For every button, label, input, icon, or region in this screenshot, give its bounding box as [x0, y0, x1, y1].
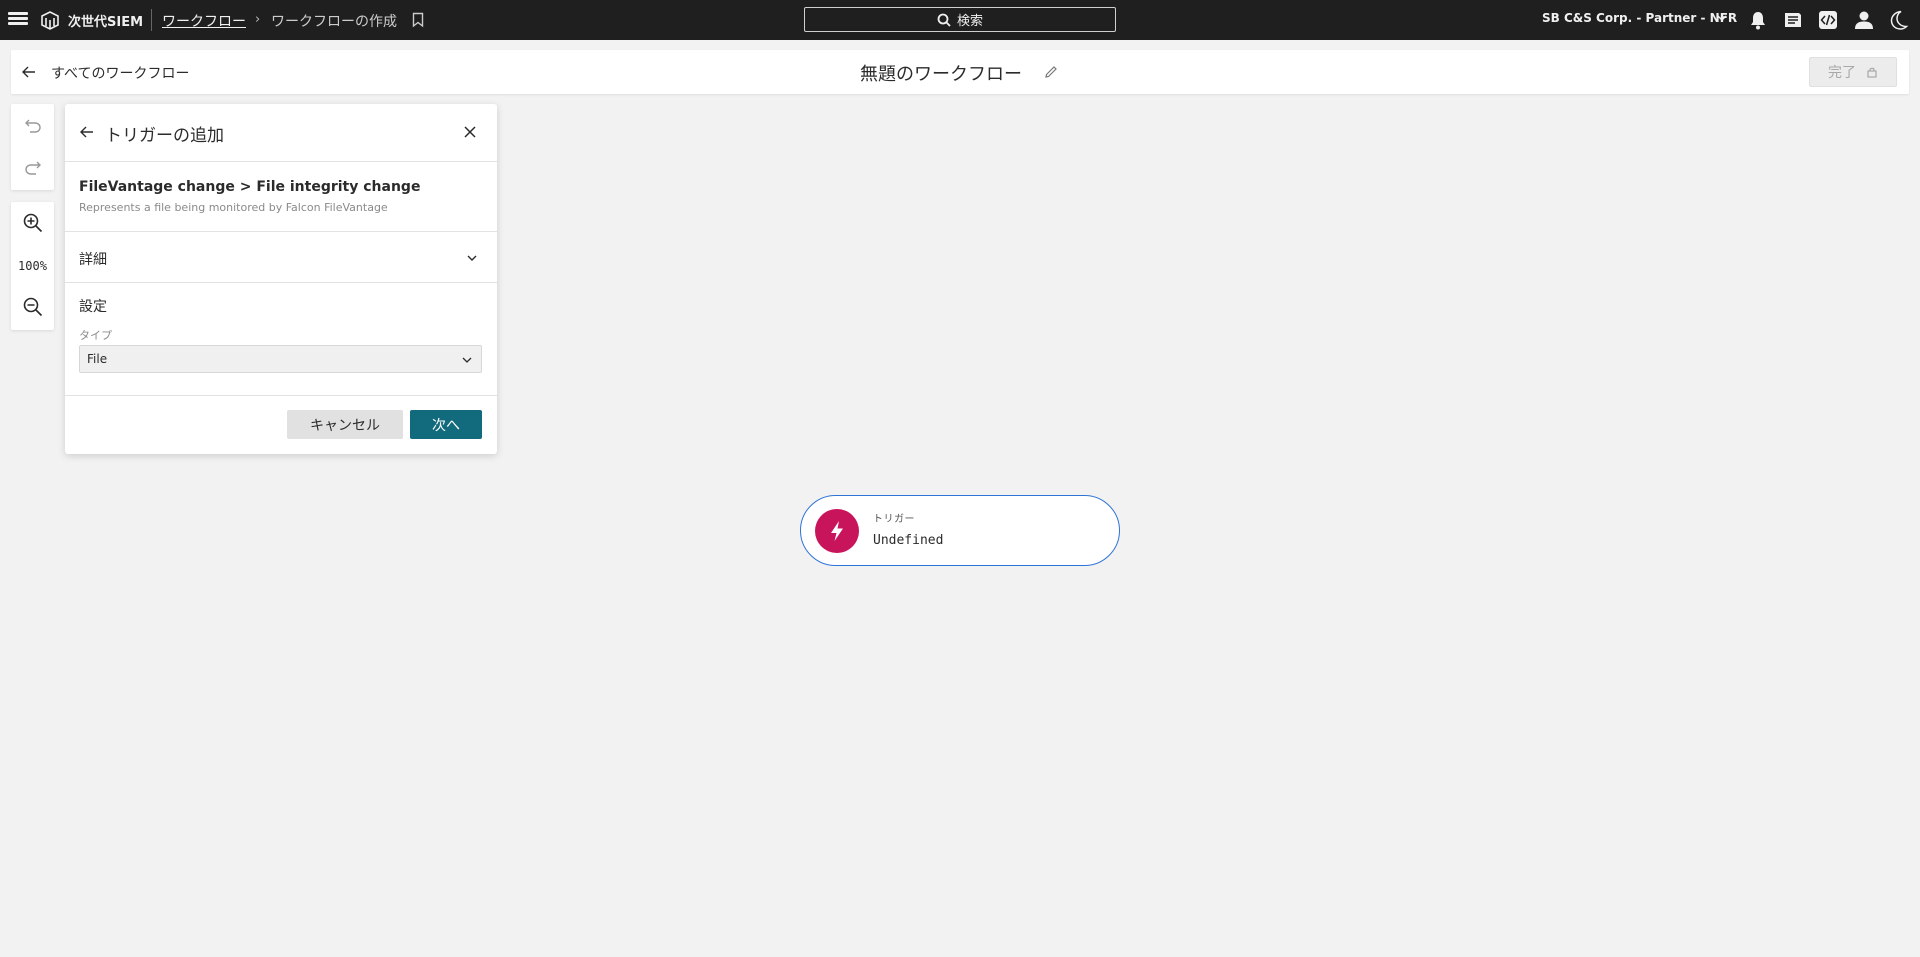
breadcrumb-chevron-icon: ›	[255, 12, 261, 27]
chevron-down-icon	[467, 255, 477, 261]
trigger-description: Represents a file being monitored by Fal…	[79, 201, 388, 214]
done-button[interactable]: 完了	[1809, 57, 1897, 87]
all-workflows-link[interactable]: すべてのワークフロー	[51, 63, 189, 83]
next-button[interactable]: 次へ	[410, 410, 482, 439]
search-label: 検索	[956, 14, 983, 29]
settings-heading: 設定	[79, 299, 107, 315]
header-divider	[151, 9, 152, 31]
details-accordion[interactable]: 詳細	[65, 232, 497, 282]
type-select[interactable]: File	[79, 345, 482, 373]
history-toolbar	[11, 104, 54, 190]
menu-icon[interactable]	[8, 10, 28, 30]
chevron-down-icon	[462, 357, 472, 363]
close-icon[interactable]	[461, 123, 479, 141]
news-icon[interactable]	[1782, 9, 1804, 31]
bell-icon[interactable]	[1747, 9, 1769, 31]
search-icon	[937, 13, 951, 27]
organization-selector[interactable]: SB C&S Corp. - Partner - NFR	[1542, 11, 1737, 25]
lock-icon	[1867, 67, 1877, 78]
panel-divider	[65, 282, 497, 283]
redo-icon[interactable]	[22, 157, 44, 179]
panel-divider	[65, 395, 497, 396]
cancel-button[interactable]: キャンセル	[287, 410, 403, 439]
bookmark-icon[interactable]	[412, 12, 424, 28]
moon-icon[interactable]	[1887, 9, 1909, 31]
zoom-in-icon[interactable]	[22, 212, 44, 234]
zoom-toolbar: 100%	[11, 202, 54, 330]
breadcrumb-workflows-link[interactable]: ワークフロー	[162, 11, 246, 31]
workflow-header: すべてのワークフロー 無題のワークフロー 完了	[11, 50, 1909, 94]
code-icon[interactable]	[1817, 9, 1839, 31]
back-arrow-icon[interactable]	[21, 64, 37, 80]
pencil-icon[interactable]	[1043, 64, 1059, 80]
trigger-node-badge	[815, 509, 859, 553]
details-label: 詳細	[79, 252, 107, 268]
logo-icon[interactable]	[40, 10, 60, 30]
workflow-title: 無題のワークフロー	[860, 64, 1022, 85]
chevron-down-icon[interactable]	[1716, 12, 1728, 24]
trigger-node-value: Undefined	[873, 533, 944, 548]
type-select-value: File	[87, 352, 108, 366]
top-navigation-bar: 次世代SIEM ワークフロー › ワークフローの作成 検索 SB C&S Cor…	[0, 0, 1920, 40]
zoom-level: 100%	[18, 259, 47, 273]
back-arrow-icon[interactable]	[79, 124, 95, 140]
zoom-out-icon[interactable]	[22, 296, 44, 318]
type-label: タイプ	[79, 329, 112, 342]
panel-divider	[65, 161, 497, 162]
panel-title: トリガーの追加	[105, 126, 224, 146]
trigger-node[interactable]: トリガー Undefined	[800, 495, 1120, 566]
add-trigger-panel: トリガーの追加 FileVantage change > File integr…	[65, 104, 497, 454]
trigger-node-label: トリガー	[873, 514, 915, 525]
done-label: 完了	[1828, 65, 1856, 81]
user-icon[interactable]	[1853, 9, 1875, 31]
breadcrumb-current: ワークフローの作成	[271, 14, 397, 30]
global-search-button[interactable]: 検索	[804, 7, 1116, 32]
product-name: 次世代SIEM	[68, 15, 144, 30]
trigger-path: FileVantage change > File integrity chan…	[79, 179, 421, 195]
lightning-icon	[831, 521, 843, 541]
undo-icon[interactable]	[22, 115, 44, 137]
